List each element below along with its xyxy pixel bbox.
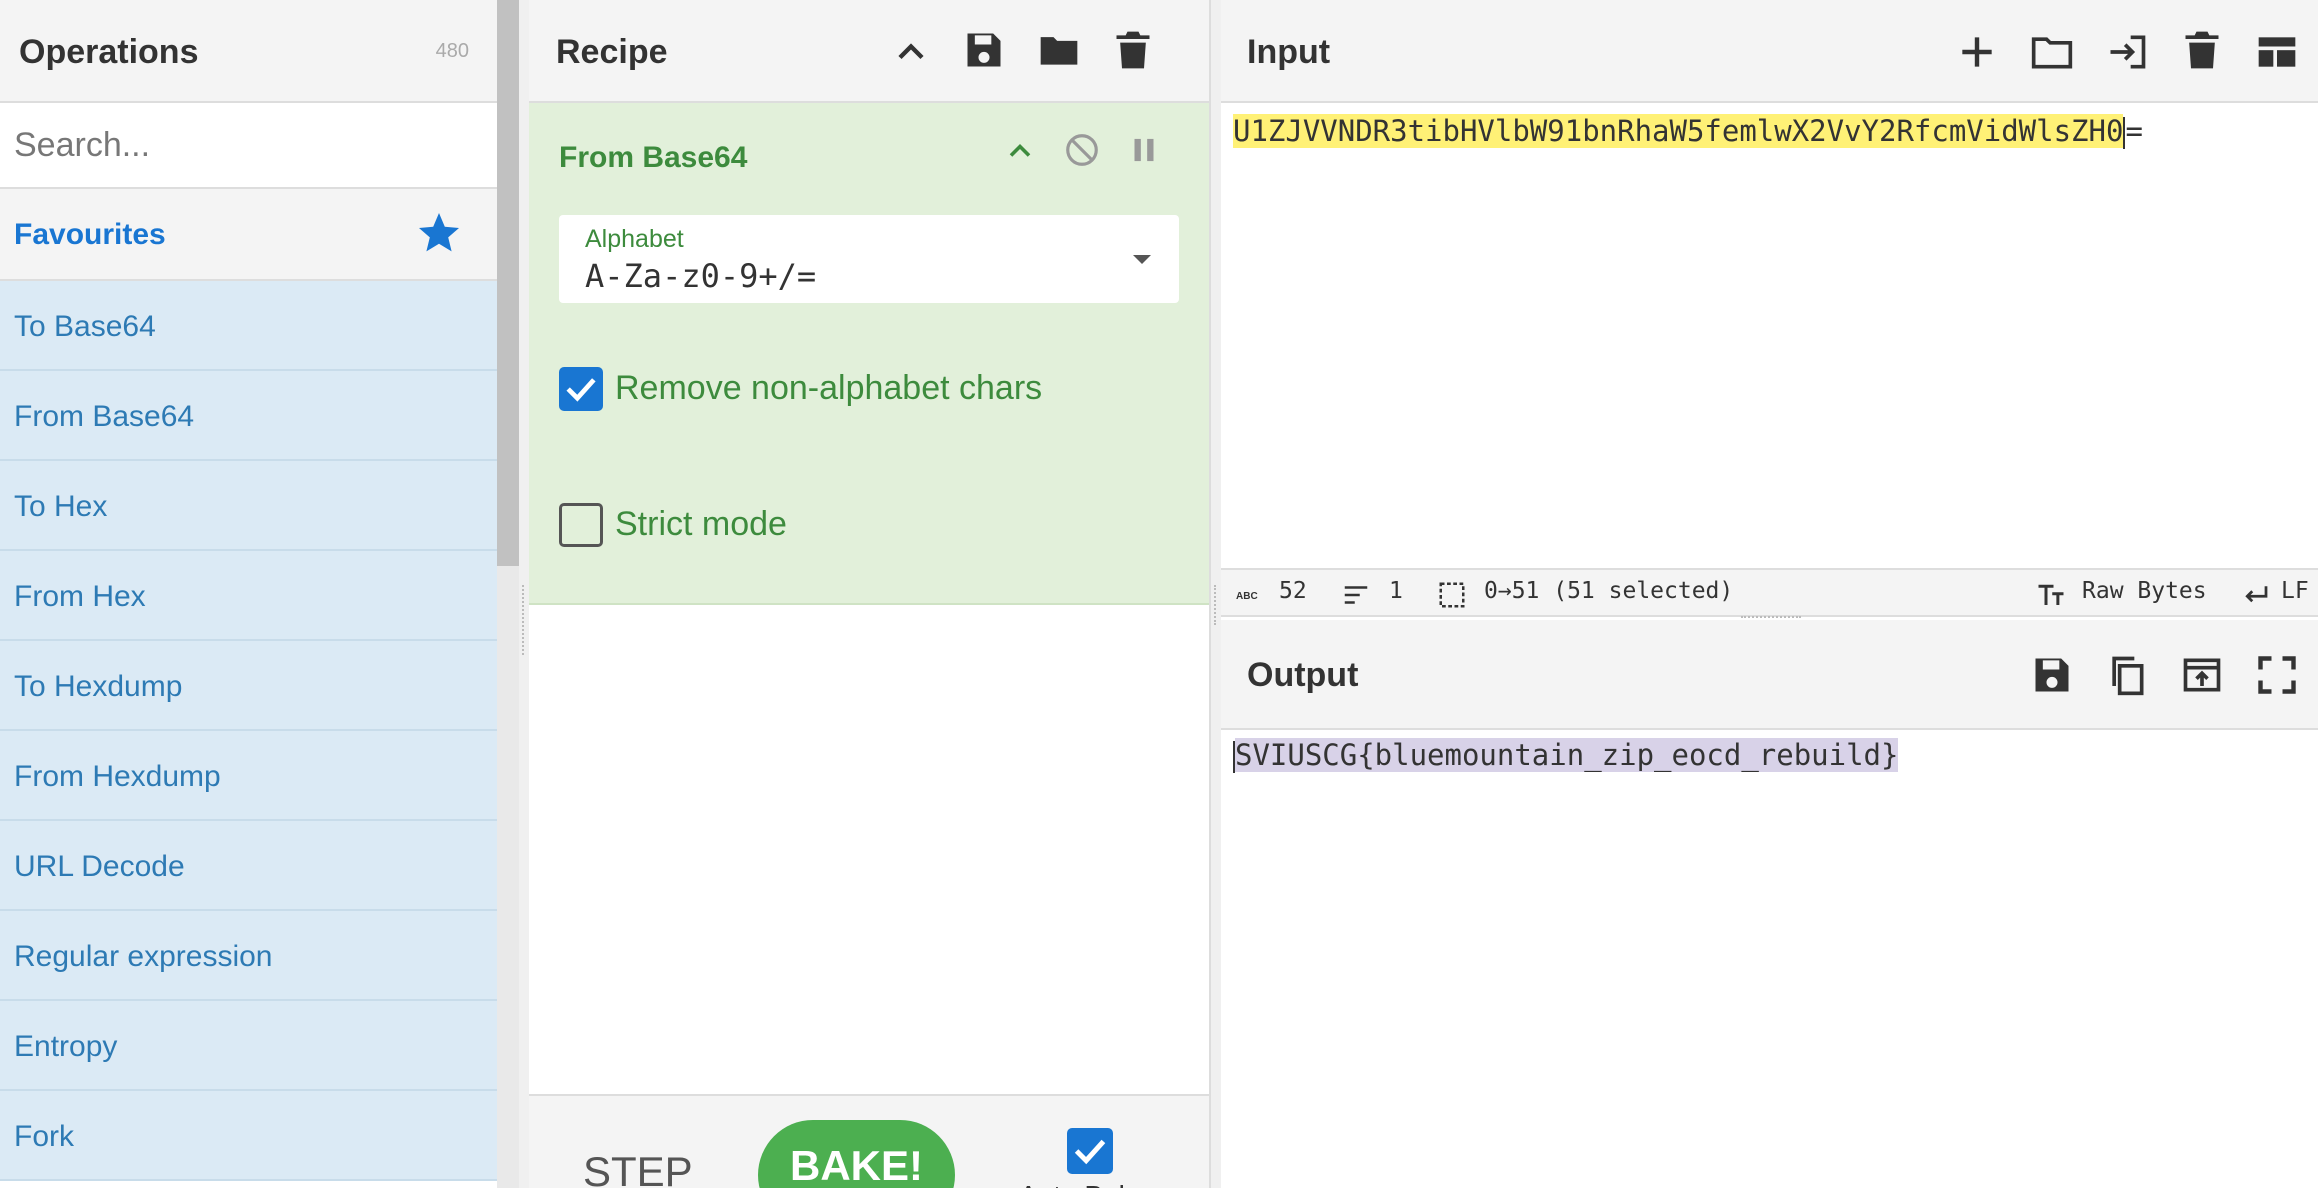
- eol-selector[interactable]: LF: [2281, 578, 2309, 604]
- pause-icon[interactable]: [1125, 131, 1163, 169]
- remove-nonalpha-checkbox[interactable]: [559, 367, 603, 411]
- import-icon[interactable]: [2105, 30, 2149, 74]
- output-header: Output: [1221, 620, 2318, 730]
- chevron-up-icon[interactable]: [889, 30, 933, 74]
- operation-label: From Hex: [14, 580, 146, 613]
- operations-scrollbar[interactable]: [497, 0, 519, 1188]
- remove-nonalpha-label: Remove non-alphabet chars: [615, 369, 1043, 407]
- favourites-label: Favourites: [14, 218, 166, 251]
- maximize-icon[interactable]: [2255, 653, 2299, 697]
- trash-icon[interactable]: [1111, 28, 1155, 72]
- input-length: 52: [1279, 578, 1307, 604]
- plus-icon[interactable]: [1955, 30, 1999, 74]
- trash-icon[interactable]: [2180, 28, 2224, 72]
- operations-title: Operations: [19, 33, 199, 71]
- disable-icon[interactable]: [1063, 131, 1101, 169]
- folder-icon[interactable]: [2030, 30, 2074, 74]
- recipe-title: Recipe: [556, 33, 668, 71]
- operation-label: Entropy: [14, 1030, 118, 1063]
- alphabet-label: Alphabet: [585, 225, 684, 253]
- selection-icon: [1439, 582, 1465, 608]
- gutter-grip: [1214, 585, 1218, 625]
- search-input[interactable]: [0, 103, 497, 187]
- input-selected-text: U1ZJVVNDR3tibHVlbW91bnRhaW5femlwX2VvY2Rf…: [1233, 114, 2124, 148]
- scrollbar-thumb[interactable]: [497, 0, 519, 566]
- operations-count: 480: [435, 40, 469, 62]
- operation-item-from-base64[interactable]: From Base64: [0, 371, 497, 461]
- svg-text:ABC: ABC: [1236, 591, 1258, 602]
- input-title: Input: [1247, 33, 1331, 71]
- bake-label: BAKE!: [790, 1142, 923, 1188]
- input-lines: 1: [1389, 578, 1403, 604]
- lines-icon: [1344, 586, 1368, 604]
- operation-label: To Base64: [14, 310, 156, 343]
- operation-label: From Base64: [14, 400, 195, 433]
- output-selected-text: SVIUSCG{bluemountain_zip_eocd_rebuild}: [1235, 738, 1899, 772]
- operations-search: [0, 103, 497, 189]
- folder-icon[interactable]: [1037, 28, 1081, 72]
- save-icon[interactable]: [2030, 653, 2074, 697]
- abc-icon: ABC: [1236, 591, 1258, 602]
- operation-item-fork[interactable]: Fork: [0, 1091, 497, 1181]
- gutter-grip: [522, 585, 526, 655]
- operation-label: To Hexdump: [14, 670, 183, 703]
- operation-item-url-decode[interactable]: URL Decode: [0, 821, 497, 911]
- operation-label: Fork: [14, 1120, 74, 1153]
- operation-item-entropy[interactable]: Entropy: [0, 1001, 497, 1091]
- favourites-category[interactable]: Favourites: [0, 189, 497, 281]
- operation-item-to-hexdump[interactable]: To Hexdump: [0, 641, 497, 731]
- column-resize-gutter[interactable]: [519, 0, 529, 1188]
- input-textarea[interactable]: U1ZJVVNDR3tibHVlbW91bnRhaW5femlwX2VvY2Rf…: [1233, 114, 2143, 149]
- step-button[interactable]: STEP: [583, 1148, 693, 1188]
- input-header: Input: [1221, 0, 2318, 103]
- operation-label: URL Decode: [14, 850, 185, 883]
- star-icon: [415, 209, 463, 257]
- replace-input-icon[interactable]: [2180, 653, 2224, 697]
- alphabet-value: A-Za-z0-9+/=: [585, 257, 817, 295]
- recipe-header: Recipe: [529, 0, 1209, 103]
- input-status-bar: ABC 52 1 0→51 (51 selected) Raw Bytes LF: [1221, 568, 2318, 617]
- operation-item-to-base64[interactable]: To Base64: [0, 281, 497, 371]
- operation-item-from-hexdump[interactable]: From Hexdump: [0, 731, 497, 821]
- input-selection: 0→51 (51 selected): [1484, 578, 1734, 604]
- auto-bake-checkbox[interactable]: [1067, 1128, 1113, 1174]
- input-unselected-text: =: [2125, 114, 2143, 148]
- io-panel: Input U1ZJVVNDR3tibHVlbW91bnRhaW5femlwX2…: [1221, 0, 2318, 1188]
- operation-item-regular-expression[interactable]: Regular expression: [0, 911, 497, 1001]
- recipe-operation-from-base64[interactable]: From Base64 Alphabet A-Za-z0-9+/= Remove…: [529, 103, 1209, 605]
- output-title: Output: [1247, 656, 1359, 694]
- strict-mode-label: Strict mode: [615, 505, 787, 543]
- output-textarea[interactable]: SVIUSCG{bluemountain_zip_eocd_rebuild}: [1233, 738, 1899, 773]
- save-icon[interactable]: [962, 28, 1006, 72]
- operations-header: Operations 480: [0, 0, 497, 103]
- operation-item-from-hex[interactable]: From Hex: [0, 551, 497, 641]
- alphabet-select[interactable]: Alphabet A-Za-z0-9+/=: [559, 215, 1179, 303]
- dropdown-caret-icon: [1133, 255, 1151, 264]
- strict-mode-checkbox[interactable]: [559, 503, 603, 547]
- text-size-icon: [2038, 584, 2064, 605]
- operations-panel: Operations 480 Favourites To Base64 From…: [0, 0, 497, 1188]
- operation-item-to-hex[interactable]: To Hex: [0, 461, 497, 551]
- chevron-up-icon[interactable]: [1002, 133, 1038, 169]
- return-icon: [2245, 586, 2268, 603]
- encoding-selector[interactable]: Raw Bytes: [2082, 578, 2207, 604]
- auto-bake-label: Auto Bake: [1019, 1180, 1148, 1188]
- copy-icon[interactable]: [2105, 653, 2149, 697]
- operation-label: From Hexdump: [14, 760, 221, 793]
- layout-icon[interactable]: [2255, 30, 2299, 74]
- recipe-controls: STEP BAKE! Auto Bake: [529, 1094, 1209, 1188]
- recipe-operation-name: From Base64: [559, 141, 748, 174]
- bake-button[interactable]: BAKE!: [758, 1120, 955, 1188]
- operation-label: Regular expression: [14, 940, 273, 973]
- column-resize-gutter[interactable]: [1211, 0, 1221, 1188]
- operation-label: To Hex: [14, 490, 108, 523]
- recipe-panel: Recipe From Base64 Alphabet A-Za-z0-9+/=: [529, 0, 1211, 1188]
